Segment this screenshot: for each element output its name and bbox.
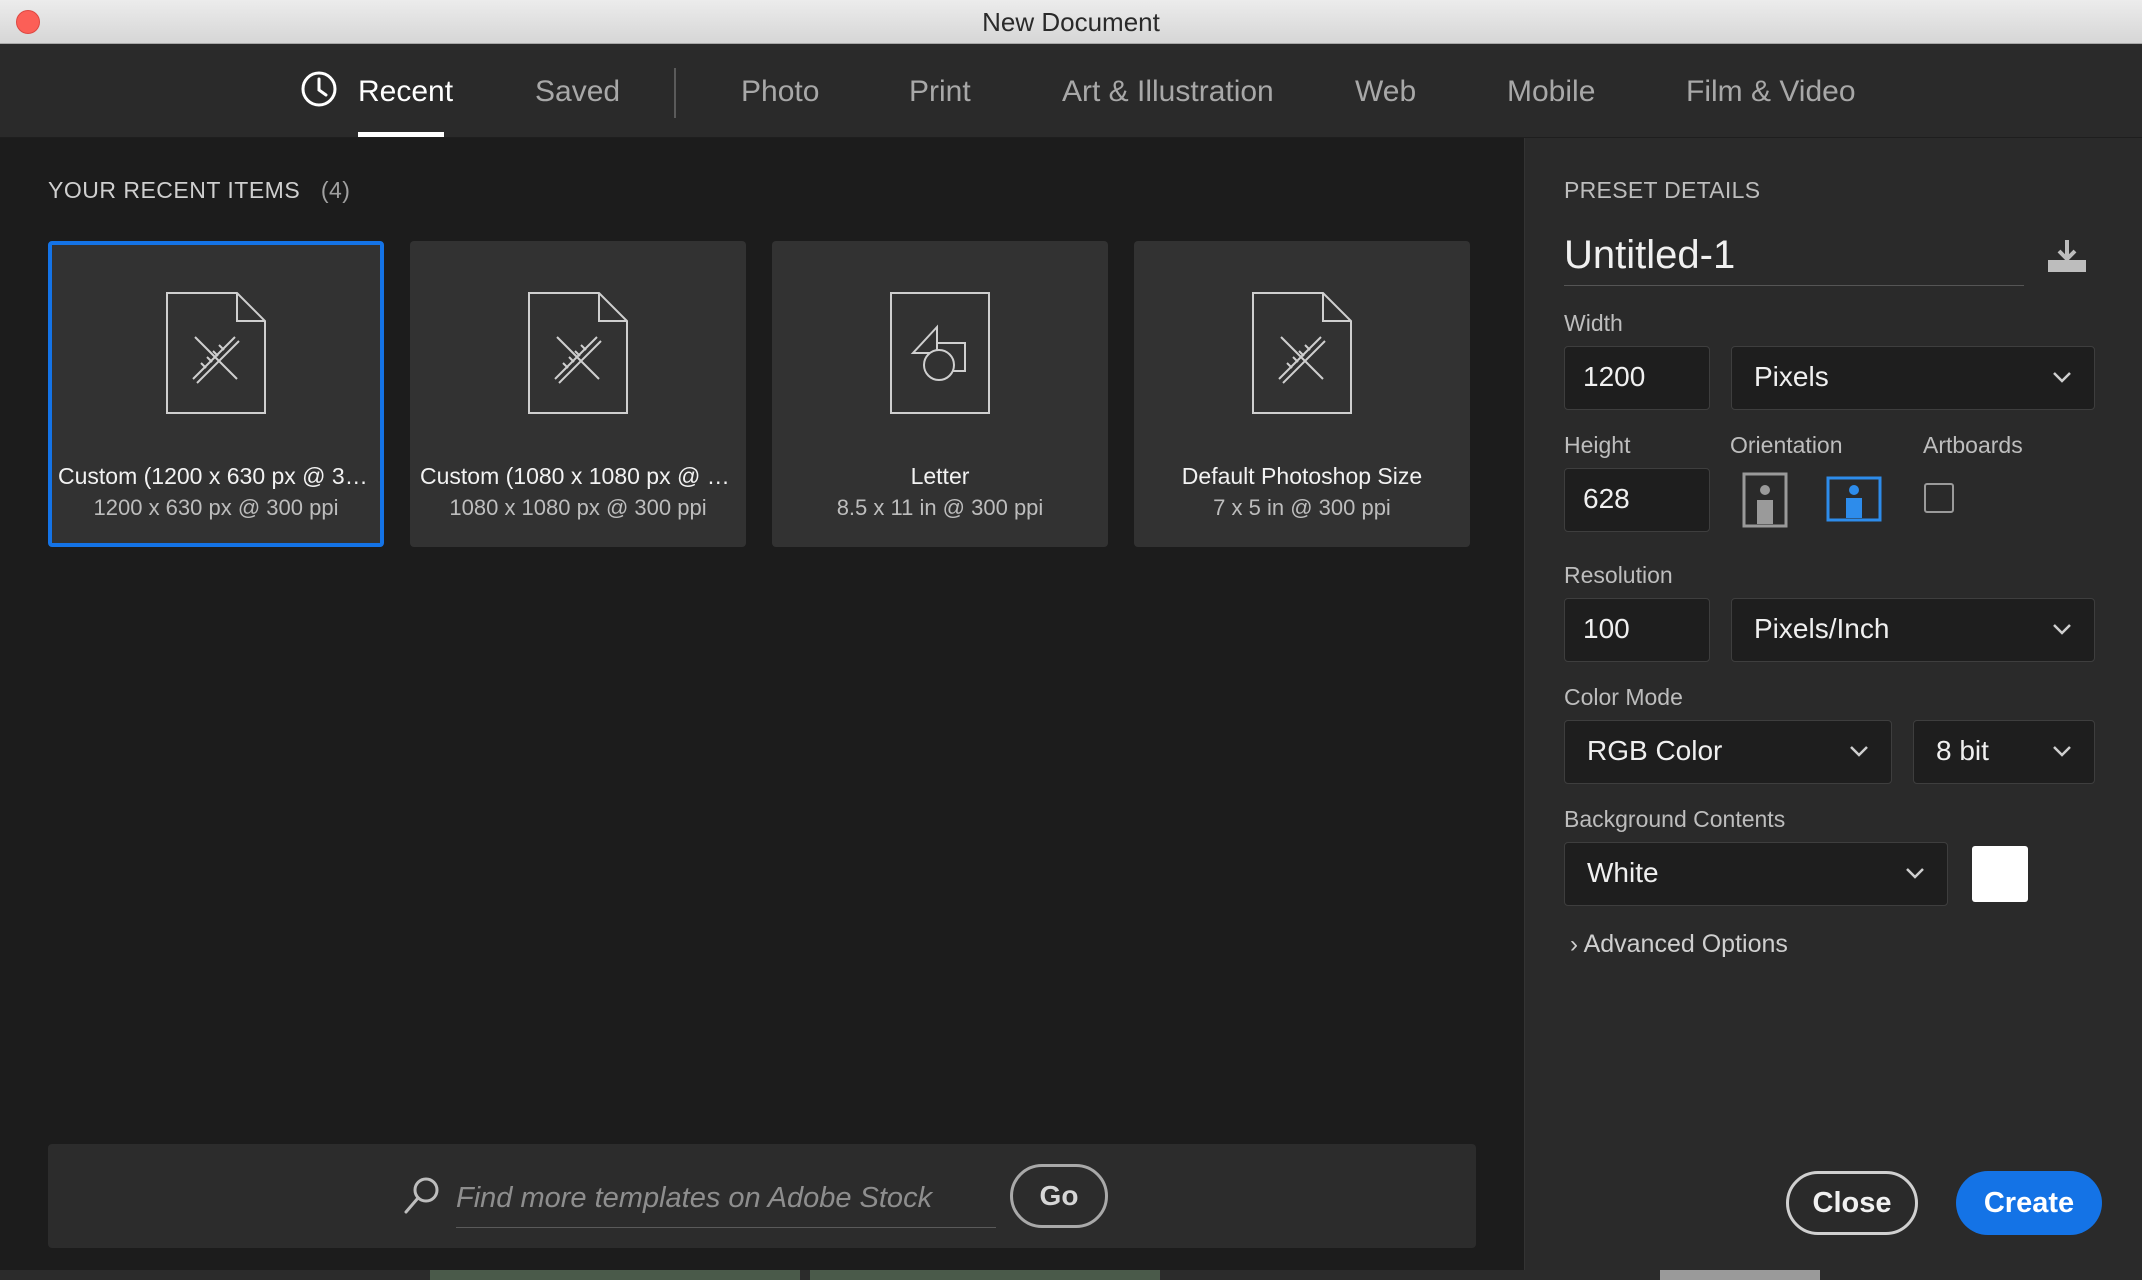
recent-items-count: (4) <box>320 177 351 203</box>
resolution-unit-select[interactable]: Pixels/Inch <box>1731 598 2095 662</box>
window-title-bar: New Document <box>0 0 2142 44</box>
active-tab-indicator <box>358 132 444 137</box>
recent-item-size: 1080 x 1080 px @ 300 ppi <box>449 495 707 520</box>
tab-separator <box>674 68 676 118</box>
chevron-down-icon <box>1906 868 1924 879</box>
background-contents-value: White <box>1587 857 1659 888</box>
chevron-down-icon <box>2053 746 2071 757</box>
tab-recent[interactable]: Recent <box>358 72 453 112</box>
advanced-options-label: Advanced Options <box>1583 930 1788 958</box>
recent-item-name: Default Photoshop Size <box>1181 463 1423 489</box>
width-unit-select[interactable]: Pixels <box>1731 346 2095 410</box>
category-tab-bar: Recent Saved Photo Print Art & Illustrat… <box>0 44 2142 138</box>
clock-icon <box>301 71 337 107</box>
chevron-down-icon <box>2053 372 2071 383</box>
background-thumbnail <box>430 1270 800 1280</box>
background-thumbnail <box>1660 1270 1820 1280</box>
background-color-swatch[interactable] <box>1972 846 2028 902</box>
recent-items-title: YOUR RECENT ITEMS <box>48 177 301 203</box>
resolution-input[interactable]: 100 <box>1564 598 1710 662</box>
orientation-label: Orientation <box>1730 432 1843 458</box>
recent-item-card[interactable]: Custom (1200 x 630 px @ 30... 1200 x 630… <box>48 241 384 547</box>
save-preset-icon[interactable] <box>2044 238 2090 274</box>
artboards-checkbox[interactable] <box>1924 483 1954 513</box>
recent-item-name: Custom (1080 x 1080 px @ 3... <box>420 463 736 489</box>
search-icon <box>404 1177 439 1214</box>
portrait-orientation-icon[interactable] <box>1742 472 1788 528</box>
window-title: New Document <box>982 7 1160 37</box>
width-label: Width <box>1564 310 1623 336</box>
recent-item-card[interactable]: Custom (1080 x 1080 px @ 3... 1080 x 108… <box>410 241 746 547</box>
color-mode-value: RGB Color <box>1587 735 1723 766</box>
recent-items-heading: YOUR RECENT ITEMS (4) <box>48 177 350 204</box>
resolution-label: Resolution <box>1564 562 1673 588</box>
tab-photo[interactable]: Photo <box>741 72 819 112</box>
background-contents-select[interactable]: White <box>1564 842 1948 906</box>
width-unit-value: Pixels <box>1754 361 1829 392</box>
color-mode-select[interactable]: RGB Color <box>1564 720 1892 784</box>
color-mode-label: Color Mode <box>1564 684 1683 710</box>
width-input[interactable]: 1200 <box>1564 346 1710 410</box>
tab-art-illustration[interactable]: Art & Illustration <box>1062 72 1274 112</box>
stock-search-input[interactable] <box>456 1170 996 1228</box>
tab-web[interactable]: Web <box>1355 72 1416 112</box>
background-window-strip <box>0 1270 2142 1280</box>
tab-print[interactable]: Print <box>909 72 971 112</box>
resolution-unit-value: Pixels/Inch <box>1754 613 1890 644</box>
background-thumbnail <box>810 1270 1160 1280</box>
preset-details-heading: PRESET DETAILS <box>1564 177 1761 203</box>
go-button[interactable]: Go <box>1010 1164 1108 1228</box>
background-contents-label: Background Contents <box>1564 806 1786 832</box>
recent-item-size: 7 x 5 in @ 300 ppi <box>1213 495 1391 520</box>
custom-document-icon <box>528 292 628 414</box>
tab-mobile[interactable]: Mobile <box>1507 72 1595 112</box>
close-button[interactable]: Close <box>1786 1171 1918 1235</box>
advanced-options-toggle[interactable]: › Advanced Options <box>1570 930 1788 959</box>
chevron-right-icon: › <box>1570 931 1578 958</box>
bit-depth-value: 8 bit <box>1936 735 1989 766</box>
bit-depth-select[interactable]: 8 bit <box>1913 720 2095 784</box>
height-label: Height <box>1564 432 1631 458</box>
recent-item-name: Letter <box>910 463 970 489</box>
print-document-icon <box>890 292 990 414</box>
recent-item-card[interactable]: Letter 8.5 x 11 in @ 300 ppi <box>772 241 1108 547</box>
recent-item-card[interactable]: Default Photoshop Size 7 x 5 in @ 300 pp… <box>1134 241 1470 547</box>
create-button[interactable]: Create <box>1956 1171 2102 1235</box>
custom-document-icon <box>166 292 266 414</box>
document-name-field[interactable]: Untitled-1 <box>1564 226 2024 286</box>
custom-document-icon <box>1252 292 1352 414</box>
recent-item-size: 1200 x 630 px @ 300 ppi <box>93 495 339 520</box>
artboards-label: Artboards <box>1923 432 2023 458</box>
landscape-orientation-icon[interactable] <box>1826 476 1882 522</box>
recent-item-size: 8.5 x 11 in @ 300 ppi <box>836 495 1044 520</box>
chevron-down-icon <box>1850 746 1868 757</box>
chevron-down-icon <box>2053 624 2071 635</box>
recent-item-name: Custom (1200 x 630 px @ 30... <box>58 463 374 489</box>
tab-saved[interactable]: Saved <box>535 72 620 112</box>
tab-film-video[interactable]: Film & Video <box>1686 72 1856 112</box>
height-input[interactable]: 628 <box>1564 468 1710 532</box>
